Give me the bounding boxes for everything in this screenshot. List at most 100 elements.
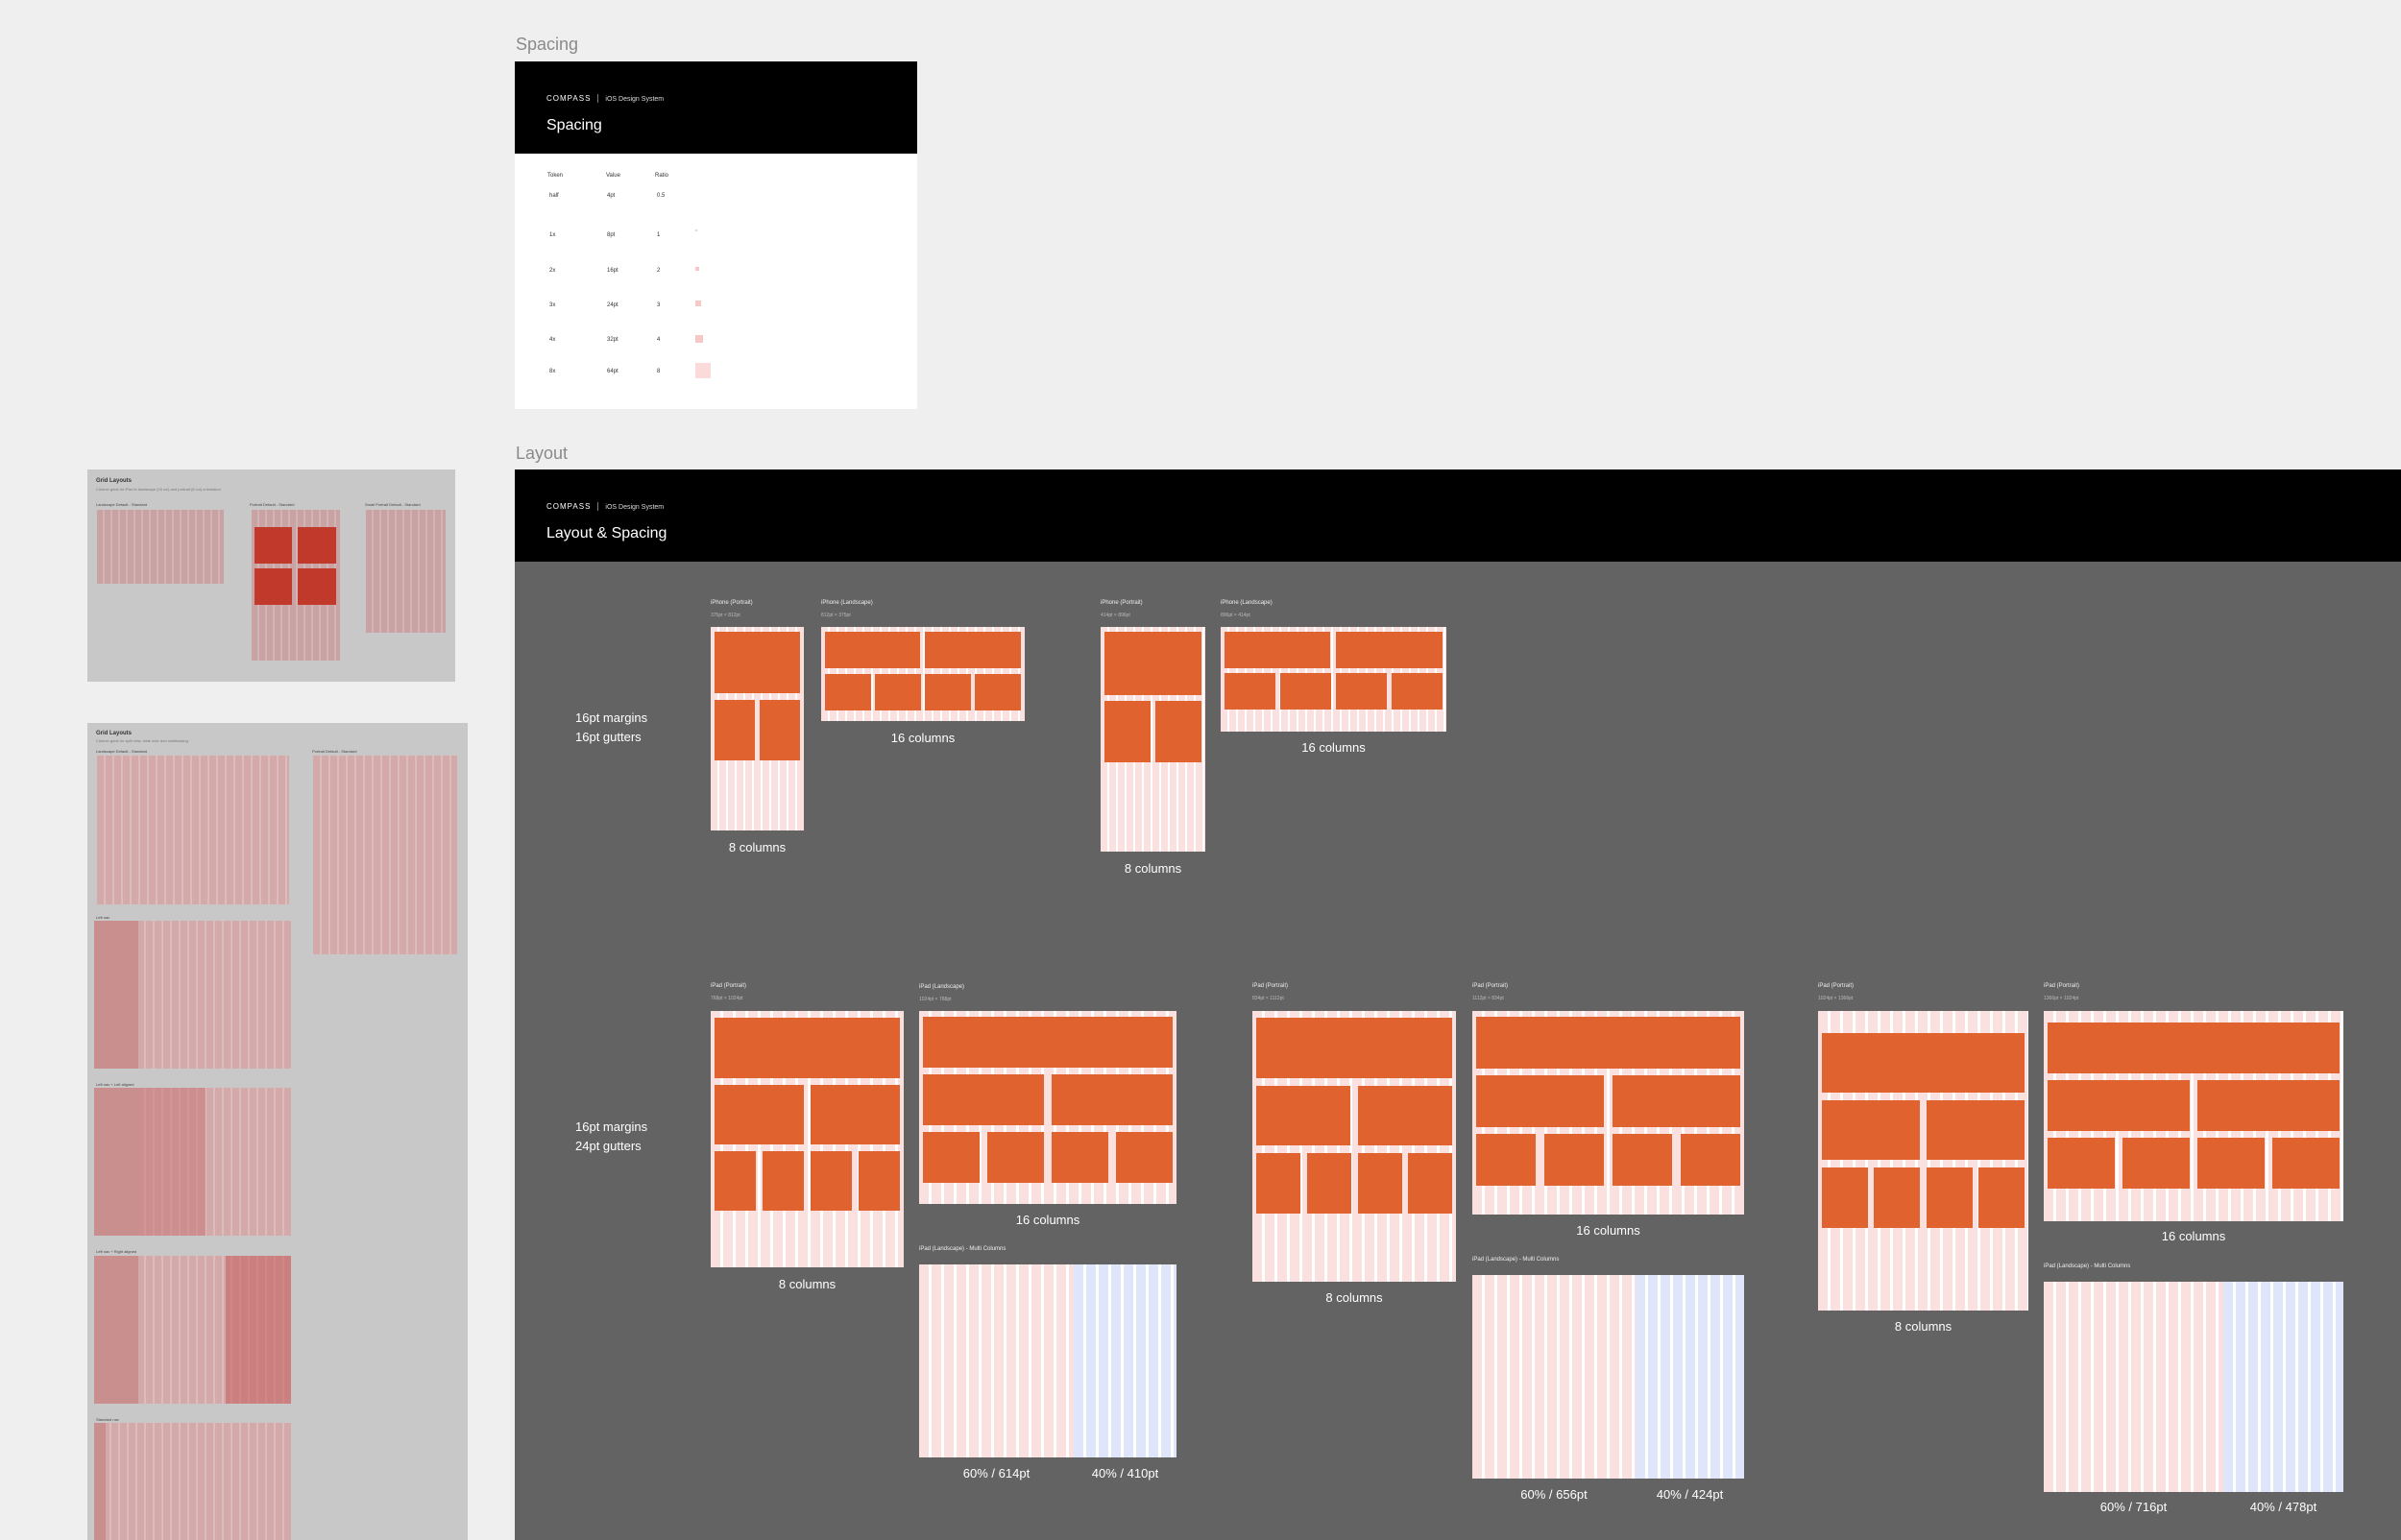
device-size: 1024pt × 768pt xyxy=(919,997,952,1002)
content-block xyxy=(2122,1138,2190,1189)
ipad-portrait-grid[interactable] xyxy=(711,1011,904,1267)
ipad-multi-column-grid[interactable] xyxy=(1472,1275,1744,1479)
content-block xyxy=(1358,1153,1402,1214)
content-block xyxy=(2197,1080,2340,1131)
spacing-frame[interactable]: COMPASS iOS Design System Spacing Token V… xyxy=(515,61,917,409)
thumb-grid-portrait xyxy=(313,756,457,954)
spacing-swatch xyxy=(695,301,701,306)
thumb-grid-landscape xyxy=(97,510,224,584)
spacing-value: 24pt xyxy=(607,302,618,308)
content-block xyxy=(925,632,1021,668)
ipad-multi-column-grid[interactable] xyxy=(2044,1282,2343,1492)
gutters-text: 24pt gutters xyxy=(575,1139,642,1153)
spacing-ratio: 4 xyxy=(657,337,661,343)
thumb-label: Landscape Default - Standard xyxy=(96,749,148,754)
device-size: 896pt × 414pt xyxy=(1221,613,1250,618)
thumb-label: Small Portrait Default - Standard xyxy=(365,502,421,507)
content-block xyxy=(1225,673,1275,710)
content-block xyxy=(760,700,800,760)
content-block xyxy=(923,1074,1044,1125)
iphone-portrait-grid[interactable] xyxy=(711,627,804,830)
device-label: iPhone (Landscape) xyxy=(1221,600,1273,606)
content-block xyxy=(859,1151,900,1211)
content-block xyxy=(1613,1134,1672,1186)
spacing-swatch xyxy=(695,335,703,343)
grid-layouts-multitask-thumbnail[interactable]: Grid Layouts Column grids for split view… xyxy=(87,723,468,1540)
ipad-portrait-grid[interactable] xyxy=(1252,1011,1456,1282)
content-block xyxy=(875,674,921,710)
content-block xyxy=(1927,1100,2025,1160)
column-count: 8 columns xyxy=(1124,861,1182,876)
content-block xyxy=(923,1017,1173,1068)
content-block xyxy=(1116,1132,1173,1183)
device-size: 768pt × 1024pt xyxy=(711,996,743,1001)
content-block xyxy=(2048,1023,2340,1073)
device-size: 1366pt × 1024pt xyxy=(2044,996,2079,1001)
device-label: iPad (Portrait) xyxy=(711,983,747,989)
layout-header: COMPASS iOS Design System Layout & Spacin… xyxy=(515,469,2401,562)
column-count: 16 columns xyxy=(890,731,956,745)
content-block xyxy=(1822,1167,1868,1228)
content-block xyxy=(987,1132,1044,1183)
ipad-portrait-grid[interactable] xyxy=(1818,1011,2028,1311)
split-secondary: 40% / 410pt xyxy=(1091,1466,1159,1480)
device-size: 1024pt × 1366pt xyxy=(1818,996,1854,1001)
content-block xyxy=(1476,1134,1536,1186)
split-secondary: 40% / 478pt xyxy=(2249,1500,2317,1514)
content-block xyxy=(1155,701,1201,762)
thumb-title: Grid Layouts xyxy=(96,478,133,484)
ipad-landscape-grid[interactable] xyxy=(2044,1011,2343,1221)
content-block xyxy=(1927,1167,1973,1228)
spacing-value: 4pt xyxy=(607,193,616,199)
spacing-token: 1x xyxy=(549,232,556,238)
column-count: 16 columns xyxy=(1015,1213,1080,1227)
grid-layouts-thumbnail[interactable]: Grid Layouts Column grids for iPad in la… xyxy=(87,469,455,682)
col-header-token: Token xyxy=(547,173,564,179)
iphone-landscape-grid[interactable] xyxy=(1221,627,1446,732)
thumb-label: Standard nav xyxy=(96,1417,119,1422)
device-size: 834pt × 1112pt xyxy=(1252,996,1284,1001)
spacing-value: 64pt xyxy=(607,369,618,374)
content-block xyxy=(1336,632,1443,668)
layout-frame[interactable]: COMPASS iOS Design System Layout & Spacin… xyxy=(515,469,2401,1540)
content-block xyxy=(825,674,871,710)
device-label: iPad (Portrait) xyxy=(1818,983,1855,989)
column-count: 8 columns xyxy=(1325,1290,1383,1305)
ipad-landscape-grid[interactable] xyxy=(1472,1011,1744,1215)
split-primary: 60% / 656pt xyxy=(1520,1487,1588,1502)
split-primary: 60% / 716pt xyxy=(2099,1500,2168,1514)
thumb-label: Portrait Default - Standard xyxy=(312,749,357,754)
thumb-label: Left nav xyxy=(96,915,110,920)
spacing-token: 3x xyxy=(549,302,556,308)
content-block xyxy=(1874,1167,1920,1228)
col-header-value: Value xyxy=(606,173,620,179)
device-label: iPad (Portrait) xyxy=(1472,983,1509,989)
spacing-value: 16pt xyxy=(607,268,618,274)
margins-text: 16pt margins xyxy=(575,1119,648,1134)
device-size: 414pt × 896pt xyxy=(1101,613,1130,618)
brand-logo: COMPASS iOS Design System xyxy=(546,502,665,512)
device-size: 375pt × 812pt xyxy=(711,613,740,618)
device-size: 812pt × 375pt xyxy=(821,613,851,618)
ipad-multi-column-grid[interactable] xyxy=(919,1264,1176,1457)
thumb-subtitle: Column grids for split view, slide over … xyxy=(96,738,188,743)
content-block xyxy=(2197,1138,2265,1189)
content-block xyxy=(1336,673,1387,710)
device-label: iPad (Landscape) - Multi Columns xyxy=(1472,1257,1560,1263)
iphone-landscape-grid[interactable] xyxy=(821,627,1025,721)
spacing-header: COMPASS iOS Design System Spacing xyxy=(515,61,917,154)
thumb-grid-small-portrait xyxy=(366,510,446,633)
content-block xyxy=(1476,1075,1604,1127)
content-block xyxy=(1544,1134,1604,1186)
content-block xyxy=(1681,1134,1740,1186)
content-block xyxy=(1822,1100,1920,1160)
ipad-landscape-grid[interactable] xyxy=(919,1011,1176,1204)
spacing-token: 8x xyxy=(549,369,556,374)
thumb-label: Left nav + Left aligned xyxy=(96,1082,134,1087)
iphone-portrait-grid[interactable] xyxy=(1101,627,1205,852)
content-block xyxy=(1225,632,1330,668)
content-block xyxy=(2048,1138,2115,1189)
margins-gutters-note: 16pt margins 16pt gutters xyxy=(575,709,647,747)
column-count: 16 columns xyxy=(2161,1229,2226,1243)
spacing-value: 32pt xyxy=(607,337,618,343)
